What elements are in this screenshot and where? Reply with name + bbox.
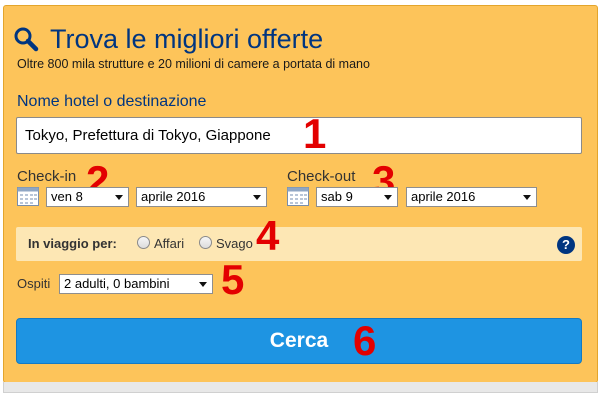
checkin-day-select[interactable]: ven 8 <box>46 187 129 207</box>
chevron-down-icon <box>199 282 207 287</box>
search-button[interactable]: Cerca <box>16 318 582 364</box>
annotation-marker-1: 1 <box>303 110 327 157</box>
checkout-month-value: aprile 2016 <box>411 189 476 204</box>
guests-select[interactable]: 2 adulti, 0 bambini <box>59 274 213 294</box>
radio-leisure[interactable] <box>199 236 212 249</box>
destination-input[interactable]: Tokyo, Prefettura di Tokyo, Giappone <box>16 117 582 154</box>
annotation-marker-6: 6 <box>353 317 377 364</box>
radio-business-label[interactable]: Affari <box>154 236 184 251</box>
checkin-day-value: ven 8 <box>51 189 83 204</box>
help-icon[interactable]: ? <box>557 236 575 254</box>
page-title: Trova le migliori offerte <box>50 24 324 54</box>
checkout-label: Check-out <box>287 168 356 185</box>
chevron-down-icon <box>523 195 531 200</box>
chevron-down-icon <box>253 195 261 200</box>
travel-purpose-label: In viaggio per: <box>28 236 117 251</box>
checkin-month-value: aprile 2016 <box>141 189 206 204</box>
guests-value: 2 adulti, 0 bambini <box>64 276 170 291</box>
checkout-day-select[interactable]: sab 9 <box>316 187 398 207</box>
search-icon <box>13 24 39 54</box>
radio-business[interactable] <box>137 236 150 249</box>
checkin-month-select[interactable]: aprile 2016 <box>136 187 267 207</box>
chevron-down-icon <box>115 195 123 200</box>
panel-footer-strip <box>3 382 598 393</box>
guests-label: Ospiti <box>17 276 51 291</box>
destination-label: Nome hotel o destinazione <box>17 93 207 110</box>
checkin-label: Check-in <box>17 168 77 185</box>
checkout-month-select[interactable]: aprile 2016 <box>406 187 537 207</box>
checkout-calendar-icon[interactable] <box>287 187 309 206</box>
annotation-marker-4: 4 <box>256 212 280 259</box>
checkout-day-value: sab 9 <box>321 189 353 204</box>
checkin-calendar-icon[interactable] <box>17 187 39 206</box>
chevron-down-icon <box>384 195 392 200</box>
page-subtitle: Oltre 800 mila strutture e 20 milioni di… <box>17 57 370 71</box>
radio-leisure-label[interactable]: Svago <box>216 236 253 251</box>
annotation-marker-5: 5 <box>221 256 245 303</box>
